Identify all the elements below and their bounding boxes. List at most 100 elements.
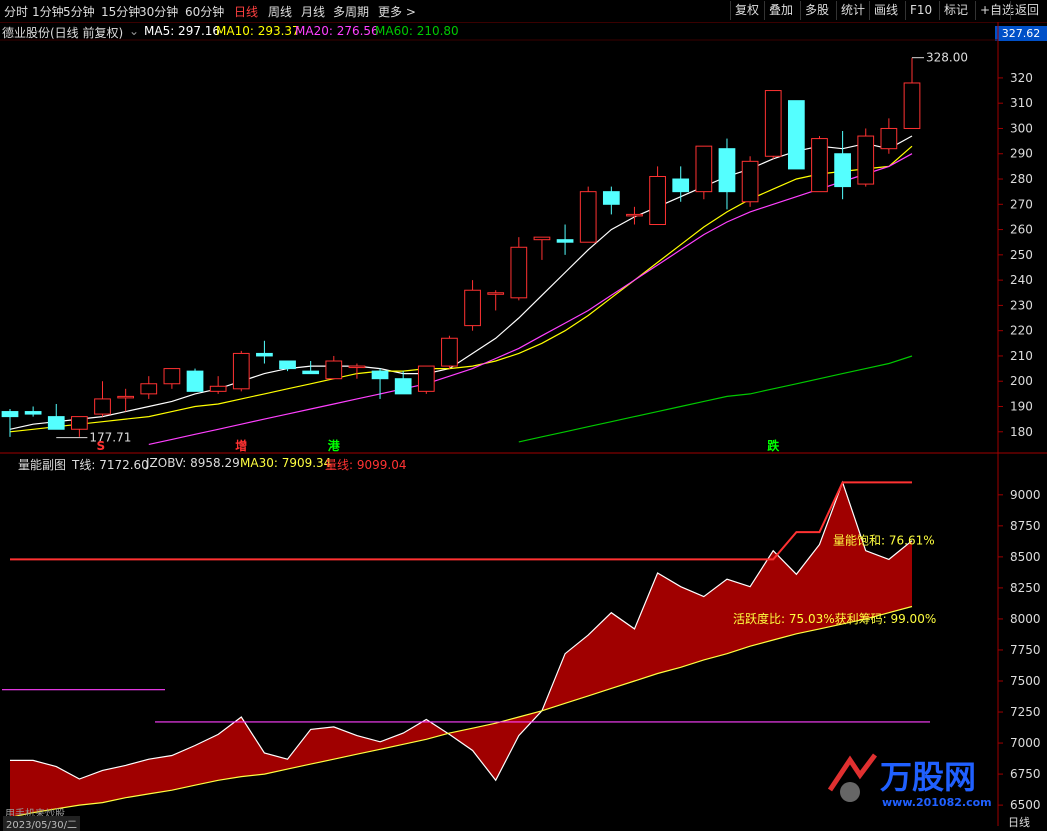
tab-4[interactable]: 30分钟 [139,3,178,20]
candle-body [626,213,643,217]
tab-0[interactable]: 分时 [4,3,28,20]
tab-2[interactable]: 5分钟 [63,3,95,20]
tab-6[interactable]: 日线 [234,3,258,20]
t-line [10,481,912,561]
watermark-url: www.201082.com [882,796,992,809]
candle-body [811,138,828,193]
date-label: 2023/05/30/二 [3,816,81,831]
candle-body [417,365,435,392]
ma10-label: MA10: 293.37 [216,24,300,38]
candle-body [741,160,759,203]
ma30-line [9,605,913,819]
tab-3[interactable]: 15分钟 [101,3,140,20]
stock-chart[interactable]: 180 190 200 210 220 230 240 250 260 270 280 290 300 3… [0,0,1047,826]
sub-ytick-label: 8250 [1010,581,1041,595]
main-ytick-label: 190 [1010,400,1033,414]
axis-corner-label: 日线 [1008,816,1030,829]
toolbar-button-1[interactable]: 叠加 [764,1,797,20]
t-line-label: T线: 7172.60 [72,458,149,472]
candle-body [834,153,851,188]
candle-body [579,191,597,243]
tab-7[interactable]: 周线 [268,3,292,20]
chevron-down-icon[interactable]: ⌄ [129,24,139,38]
sub-ytick-label: 8000 [1010,612,1041,626]
tab-8[interactable]: 月线 [301,3,325,20]
candle-body [163,368,181,385]
ma-line-ma10 [9,145,913,433]
candle-body [71,416,88,430]
signal-label-0: S [97,439,106,453]
toolbar-button-8[interactable]: 返回 [1010,1,1043,20]
signal-label-1: 增 [235,438,247,453]
ma20-label: MA20: 276.56 [295,24,379,38]
toolbar-button-4[interactable]: 画线 [869,1,902,20]
sub-ytick-label: 9000 [1010,488,1041,502]
tab-1[interactable]: 1分钟 [32,3,64,20]
candle-body [325,360,343,380]
candle-body [672,178,690,193]
candle-body [256,352,273,357]
ma60-label: MA60: 210.80 [375,24,459,38]
ma-line-ma60 [518,355,913,443]
toolbar-button-5[interactable]: F10 [905,1,936,20]
sub-chart-info-bar: 量能副图 T线: 7172.60 JZOBV: 8958.29 MA30: 79… [0,455,1000,473]
tab-5[interactable]: 60分钟 [185,3,224,20]
current-price-tag: 327.62 [995,26,1047,41]
candle-body [394,378,412,395]
candle-body [441,337,458,367]
activity-label: 活跃度比: 75.03%获利筹码: 99.00% [733,611,936,626]
candle-body [371,370,389,380]
main-ytick-label: 320 [1010,71,1033,85]
candle-body [279,360,296,370]
candle-body [1,411,19,418]
main-ytick-label: 310 [1010,96,1033,110]
stock-name-label[interactable]: 德业股份(日线 前复权) [2,24,123,41]
sub-chart-title[interactable]: 量能副图 [18,456,66,473]
candle-body [209,385,227,392]
saturation-label: 量能饱和: 76.61% [833,532,935,547]
candle-body [718,148,736,193]
toolbar-button-2[interactable]: 多股 [800,1,833,20]
high-annotation: 328.00 [926,51,968,65]
main-ytick-label: 180 [1010,425,1033,439]
candle-body [487,292,505,295]
toolbar-button-0[interactable]: 复权 [730,1,763,20]
signal-label-3: 跌 [767,438,780,453]
main-ytick-label: 260 [1010,223,1033,237]
signal-label-2: 港 [328,438,341,453]
main-ytick-label: 250 [1010,248,1033,262]
candle-body [649,175,666,226]
main-ytick-label: 280 [1010,172,1033,186]
volume-line [10,480,913,782]
main-ytick-label: 270 [1010,197,1033,211]
toolbar-button-6[interactable]: 标记 [939,1,972,20]
candle-body [787,100,805,170]
sub-ytick-label: 7250 [1010,705,1041,719]
main-ytick-label: 300 [1010,121,1033,135]
main-ytick-label: 240 [1010,273,1033,287]
candle-body [232,352,250,390]
ma30-label: MA30: 7909.34 [240,456,332,470]
candle-body [140,383,158,395]
jzobv-label: JZOBV: 8958.29 [146,456,240,470]
main-ytick-label: 200 [1010,374,1033,388]
sub-ytick-label: 8750 [1010,519,1041,533]
candle-body [880,127,898,150]
tab-9[interactable]: 多周期 [333,3,369,20]
candle-body [764,90,782,157]
main-ytick-label: 210 [1010,349,1033,363]
main-ytick-label: 230 [1010,298,1033,312]
candle-body [348,365,366,369]
candle-body [186,370,204,392]
candle-body [464,289,481,327]
candle-body [94,398,111,415]
ma5-label: MA5: 297.16 [144,24,221,38]
sub-ytick-label: 7500 [1010,674,1041,688]
main-chart-info-bar: 德业股份(日线 前复权) ⌄ MA5: 297.16 MA10: 293.37 … [0,22,1000,40]
candle-body [533,236,551,241]
toolbar-button-3[interactable]: 统计 [836,1,869,20]
sub-ytick-label: 7750 [1010,643,1041,657]
tab-10[interactable]: 更多 > [378,3,416,20]
period-toolbar: 分时 1分钟 5分钟 15分钟 30分钟 60分钟 日线 周线 月线 多周期 更多 > 复权 叠加 多股统… [0,0,1047,23]
ma-line-ma20 [148,153,913,445]
